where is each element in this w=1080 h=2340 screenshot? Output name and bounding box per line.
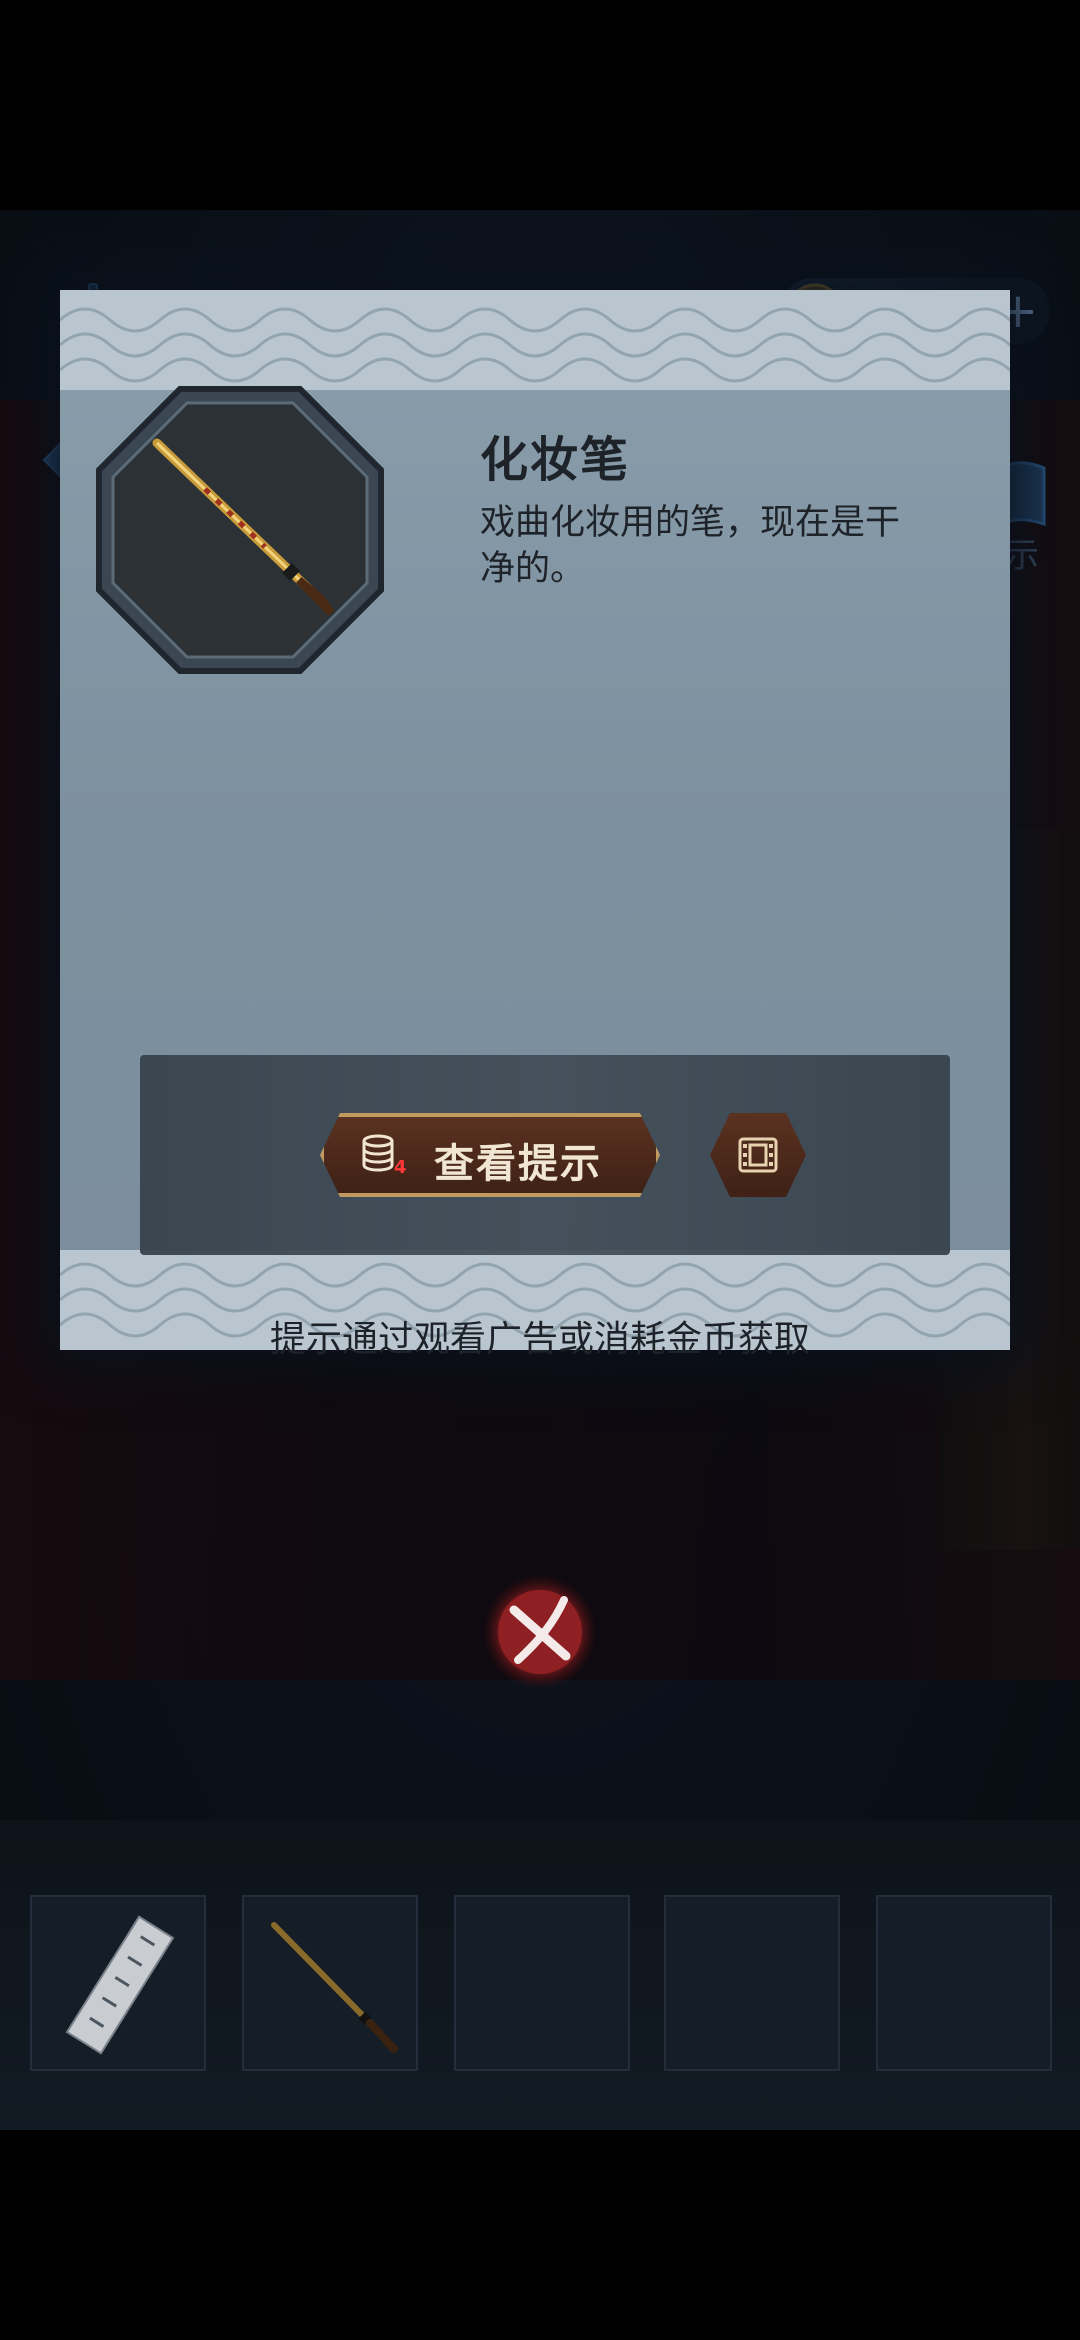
watch-video-button[interactable]	[710, 1113, 806, 1197]
inventory-slot-5[interactable]	[876, 1895, 1052, 2071]
inventory-bar	[0, 1820, 1080, 2130]
close-icon[interactable]	[478, 1570, 602, 1694]
inventory-slot-3[interactable]	[454, 1895, 630, 2071]
item-description: 戏曲化妆用的笔，现在是干净的。	[480, 503, 901, 589]
view-hint-label: 查看提示	[434, 1141, 602, 1187]
makeup-brush-slot-icon	[271, 1922, 398, 2053]
view-hint-button[interactable]: 4 查看提示	[320, 1113, 660, 1197]
item-image-frame	[96, 386, 384, 674]
hint-footer-note: 提示通过观看广告或消耗金币获取	[269, 1319, 810, 1360]
hint-label: 示	[1005, 536, 1039, 576]
inventory-slot-4[interactable]	[664, 1895, 840, 2071]
talisman-paper-icon	[65, 1915, 175, 2055]
inventory-slot-1[interactable]	[30, 1895, 206, 2071]
film-icon	[736, 1133, 780, 1177]
hint-cost-badge: 4	[394, 1157, 407, 1178]
wave-pattern-top	[60, 290, 1010, 390]
inventory-slot-2[interactable]	[242, 1895, 418, 2071]
item-name: 化妆笔	[480, 432, 631, 488]
